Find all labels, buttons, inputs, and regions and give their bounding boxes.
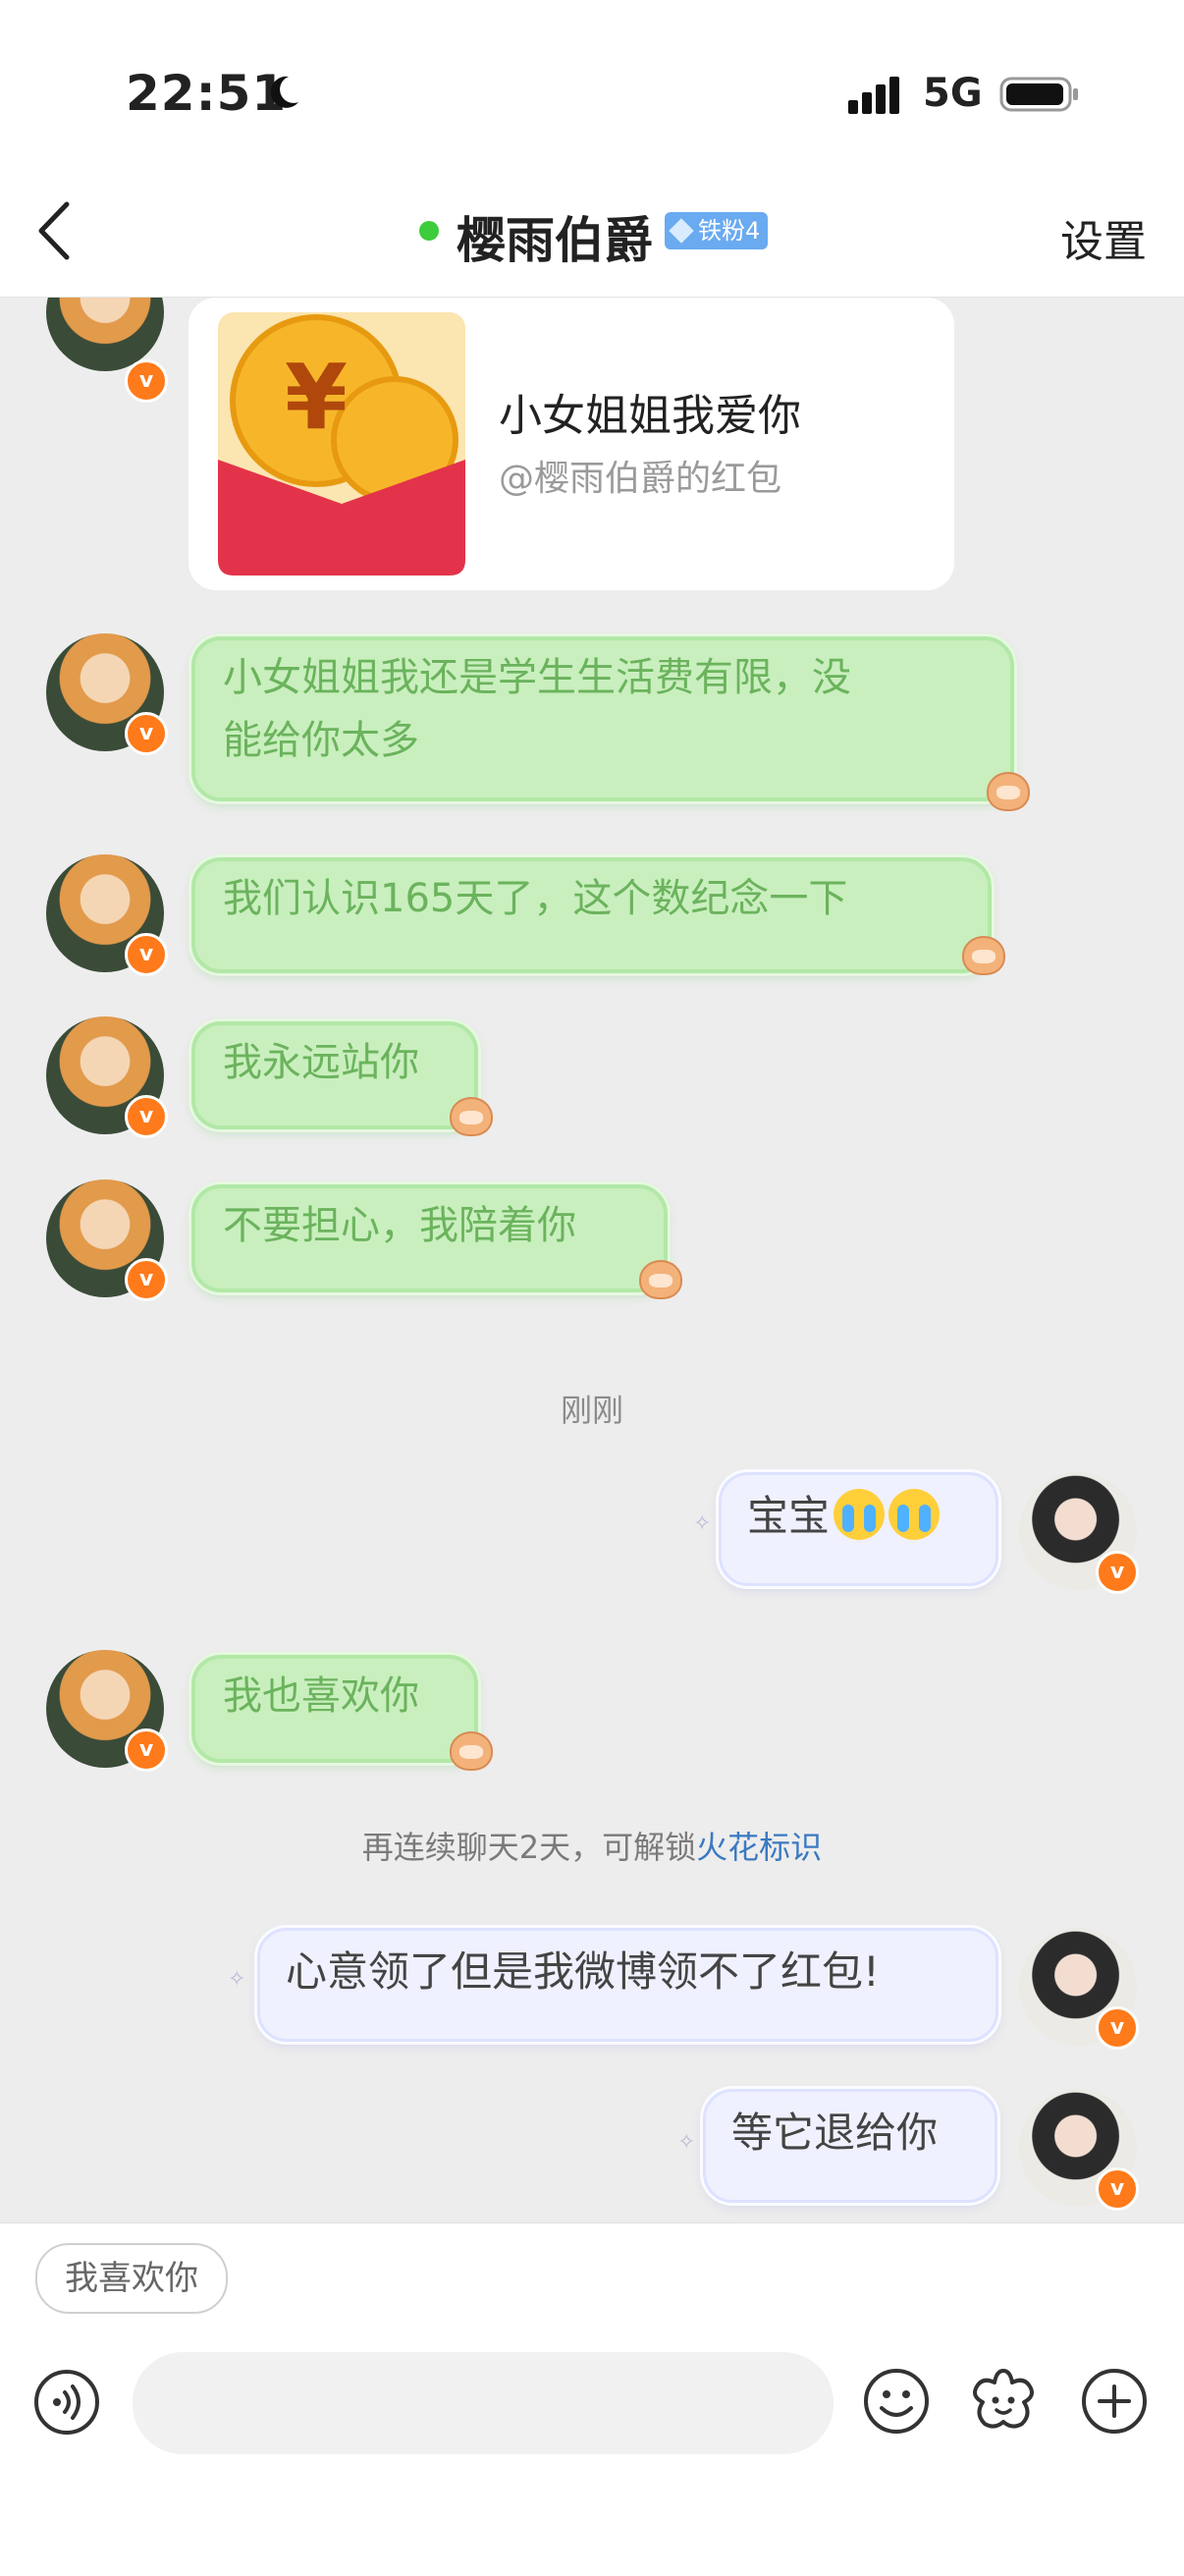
quick-reply-chip[interactable]: 我喜欢你: [35, 2243, 228, 2314]
bubble-sticker-icon: [987, 772, 1030, 811]
verified-badge: v: [125, 1095, 168, 1138]
fan-level-label: 铁粉4: [698, 217, 761, 245]
message-text: 宝宝: [747, 1492, 831, 1540]
bubble-sticker-icon: [450, 1731, 493, 1771]
verified-badge: v: [1096, 1551, 1139, 1594]
spark-unlock-hint: 再连续聊天2天，可解锁火花标识: [0, 1823, 1184, 1868]
bubble-sticker-icon: [962, 936, 1005, 975]
settings-button[interactable]: 设置: [1060, 206, 1147, 269]
bubble-decoration-icon: ✧: [693, 1511, 712, 1536]
plus-icon[interactable]: [1080, 2367, 1149, 2436]
online-status-dot: [419, 221, 439, 241]
bubble-decoration-icon: ✧: [677, 2130, 696, 2155]
chat-title[interactable]: 樱雨伯爵: [457, 201, 653, 272]
signal-icon: [848, 77, 899, 114]
message-text: 我永远站你: [223, 1040, 419, 1085]
message-list[interactable]: v ¥ 小女姐姐我爱你 @樱雨伯爵的红包 v 小女姐姐我还是学生生活费有限，没 …: [0, 298, 1184, 2222]
message-text: 等它退给你: [731, 2109, 939, 2157]
battery-icon: [999, 77, 1078, 112]
verified-badge: v: [125, 1258, 168, 1301]
verified-badge: v: [1096, 2006, 1139, 2050]
fan-level-badge: 铁粉4: [665, 212, 769, 249]
crying-emoji-icon: [834, 1489, 886, 1540]
message-text: 我们认识165天了，这个数纪念一下: [223, 876, 848, 921]
diamond-icon: [669, 218, 694, 244]
message-timestamp: 刚刚: [560, 1392, 623, 1429]
message-text: 不要担心，我陪着你: [223, 1203, 576, 1248]
svg-text:¥: ¥: [285, 345, 348, 450]
hint-text: 再连续聊天2天，可解锁: [361, 1829, 697, 1866]
bubble-decoration-icon: ✧: [228, 1967, 246, 1992]
message-bubble[interactable]: 宝宝: [719, 1472, 998, 1586]
message-text: 小女姐姐我还是学生生活费有限，没: [223, 655, 851, 700]
verified-badge: v: [125, 712, 168, 755]
verified-badge: v: [125, 359, 168, 403]
sticker-icon[interactable]: [967, 2365, 1040, 2438]
bubble-sticker-icon: [450, 1097, 493, 1136]
red-packet-title: 小女姐姐我爱你: [499, 391, 801, 441]
message-bubble[interactable]: 小女姐姐我还是学生生活费有限，没 能给你太多: [191, 636, 1014, 801]
spark-link[interactable]: 火花标识: [696, 1829, 822, 1866]
message-bubble[interactable]: 我们认识165天了，这个数纪念一下: [191, 857, 992, 973]
back-button[interactable]: [27, 196, 86, 265]
message-text: 我也喜欢你: [223, 1673, 419, 1719]
moon-icon: [270, 76, 298, 108]
verified-badge: v: [125, 1728, 168, 1772]
bubble-sticker-icon: [639, 1260, 682, 1299]
verified-badge: v: [1096, 2167, 1139, 2211]
message-bubble[interactable]: 心意领了但是我微博领不了红包!: [257, 1928, 998, 2042]
message-input[interactable]: [133, 2352, 834, 2454]
message-bubble[interactable]: 我永远站你: [191, 1021, 478, 1129]
network-label: 5G: [923, 71, 983, 116]
message-bubble[interactable]: 等它退给你: [703, 2089, 997, 2203]
red-packet-subtitle: @樱雨伯爵的红包: [499, 459, 782, 499]
message-bubble[interactable]: 我也喜欢你: [191, 1655, 478, 1763]
voice-icon[interactable]: [33, 2369, 100, 2436]
crying-emoji-icon: [888, 1489, 941, 1540]
message-text: 心意领了但是我微博领不了红包!: [286, 1947, 880, 1996]
verified-badge: v: [125, 933, 168, 976]
emoji-icon[interactable]: [862, 2367, 931, 2436]
message-text: 能给你太多: [223, 718, 419, 763]
red-packet-icon: ¥: [218, 312, 465, 575]
message-bubble[interactable]: 不要担心，我陪着你: [191, 1184, 668, 1292]
